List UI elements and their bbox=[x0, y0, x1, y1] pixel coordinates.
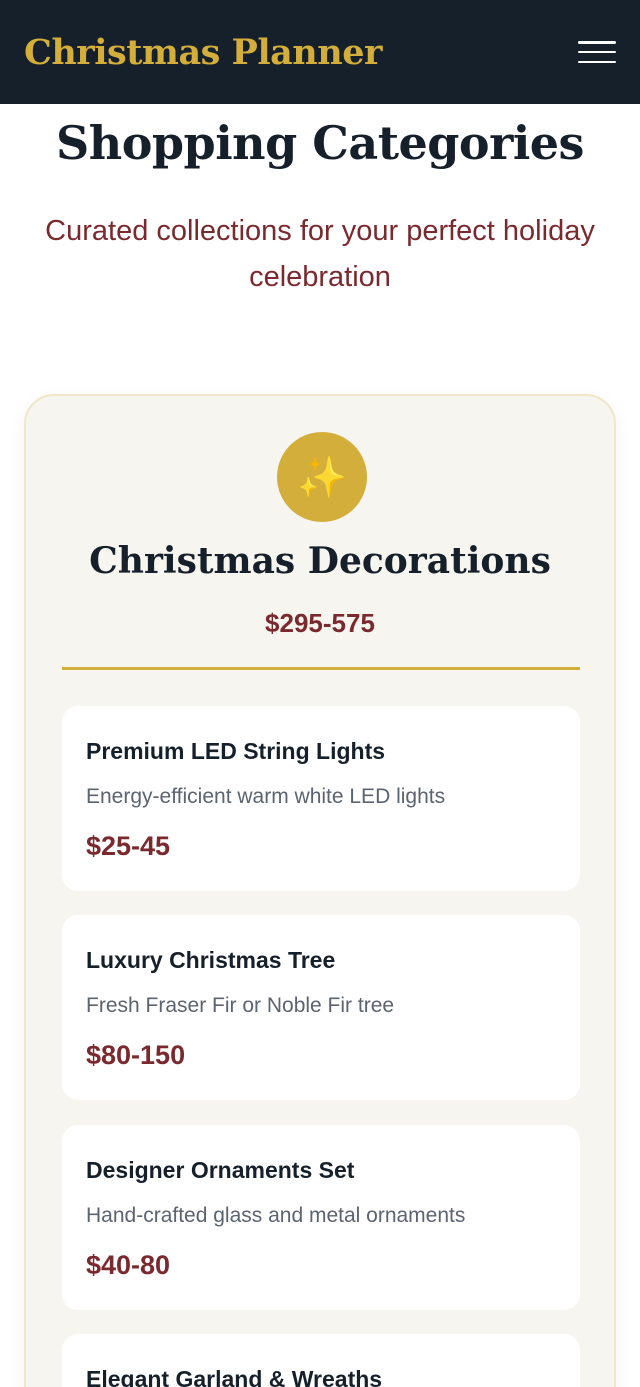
item-name: Luxury Christmas Tree bbox=[86, 947, 336, 973]
hamburger-menu-icon[interactable] bbox=[578, 41, 616, 63]
list-item[interactable]: Luxury Christmas Tree Fresh Fraser Fir o… bbox=[62, 915, 580, 1100]
divider bbox=[62, 667, 580, 670]
page-title: Shopping Categories bbox=[56, 116, 584, 170]
category-price-range: $295-575 bbox=[265, 608, 375, 638]
item-price: $80-150 bbox=[86, 1040, 186, 1070]
brand-logo[interactable]: Christmas Planner bbox=[24, 32, 382, 73]
item-price: $40-80 bbox=[86, 1250, 171, 1280]
item-description: Energy-efficient warm white LED lights bbox=[86, 785, 446, 808]
item-name: Designer Ornaments Set bbox=[86, 1157, 355, 1183]
item-price: $25-45 bbox=[86, 831, 171, 861]
list-item[interactable]: Elegant Garland & Wreaths bbox=[62, 1334, 580, 1387]
item-name: Elegant Garland & Wreaths bbox=[86, 1366, 383, 1387]
list-item[interactable]: Designer Ornaments Set Hand-crafted glas… bbox=[62, 1125, 580, 1310]
item-description: Hand-crafted glass and metal ornaments bbox=[86, 1204, 466, 1227]
navbar: Christmas Planner bbox=[0, 0, 640, 104]
sparkles-icon: ✨ bbox=[277, 432, 367, 522]
item-description: Fresh Fraser Fir or Noble Fir tree bbox=[86, 994, 395, 1017]
category-card: ✨ Christmas Decorations $295-575 Premium… bbox=[24, 394, 616, 1387]
category-title: Christmas Decorations bbox=[89, 540, 551, 582]
list-item[interactable]: Premium LED String Lights Energy-efficie… bbox=[62, 706, 580, 891]
item-name: Premium LED String Lights bbox=[86, 738, 386, 764]
page-subtitle: Curated collections for your perfect hol… bbox=[45, 215, 595, 293]
